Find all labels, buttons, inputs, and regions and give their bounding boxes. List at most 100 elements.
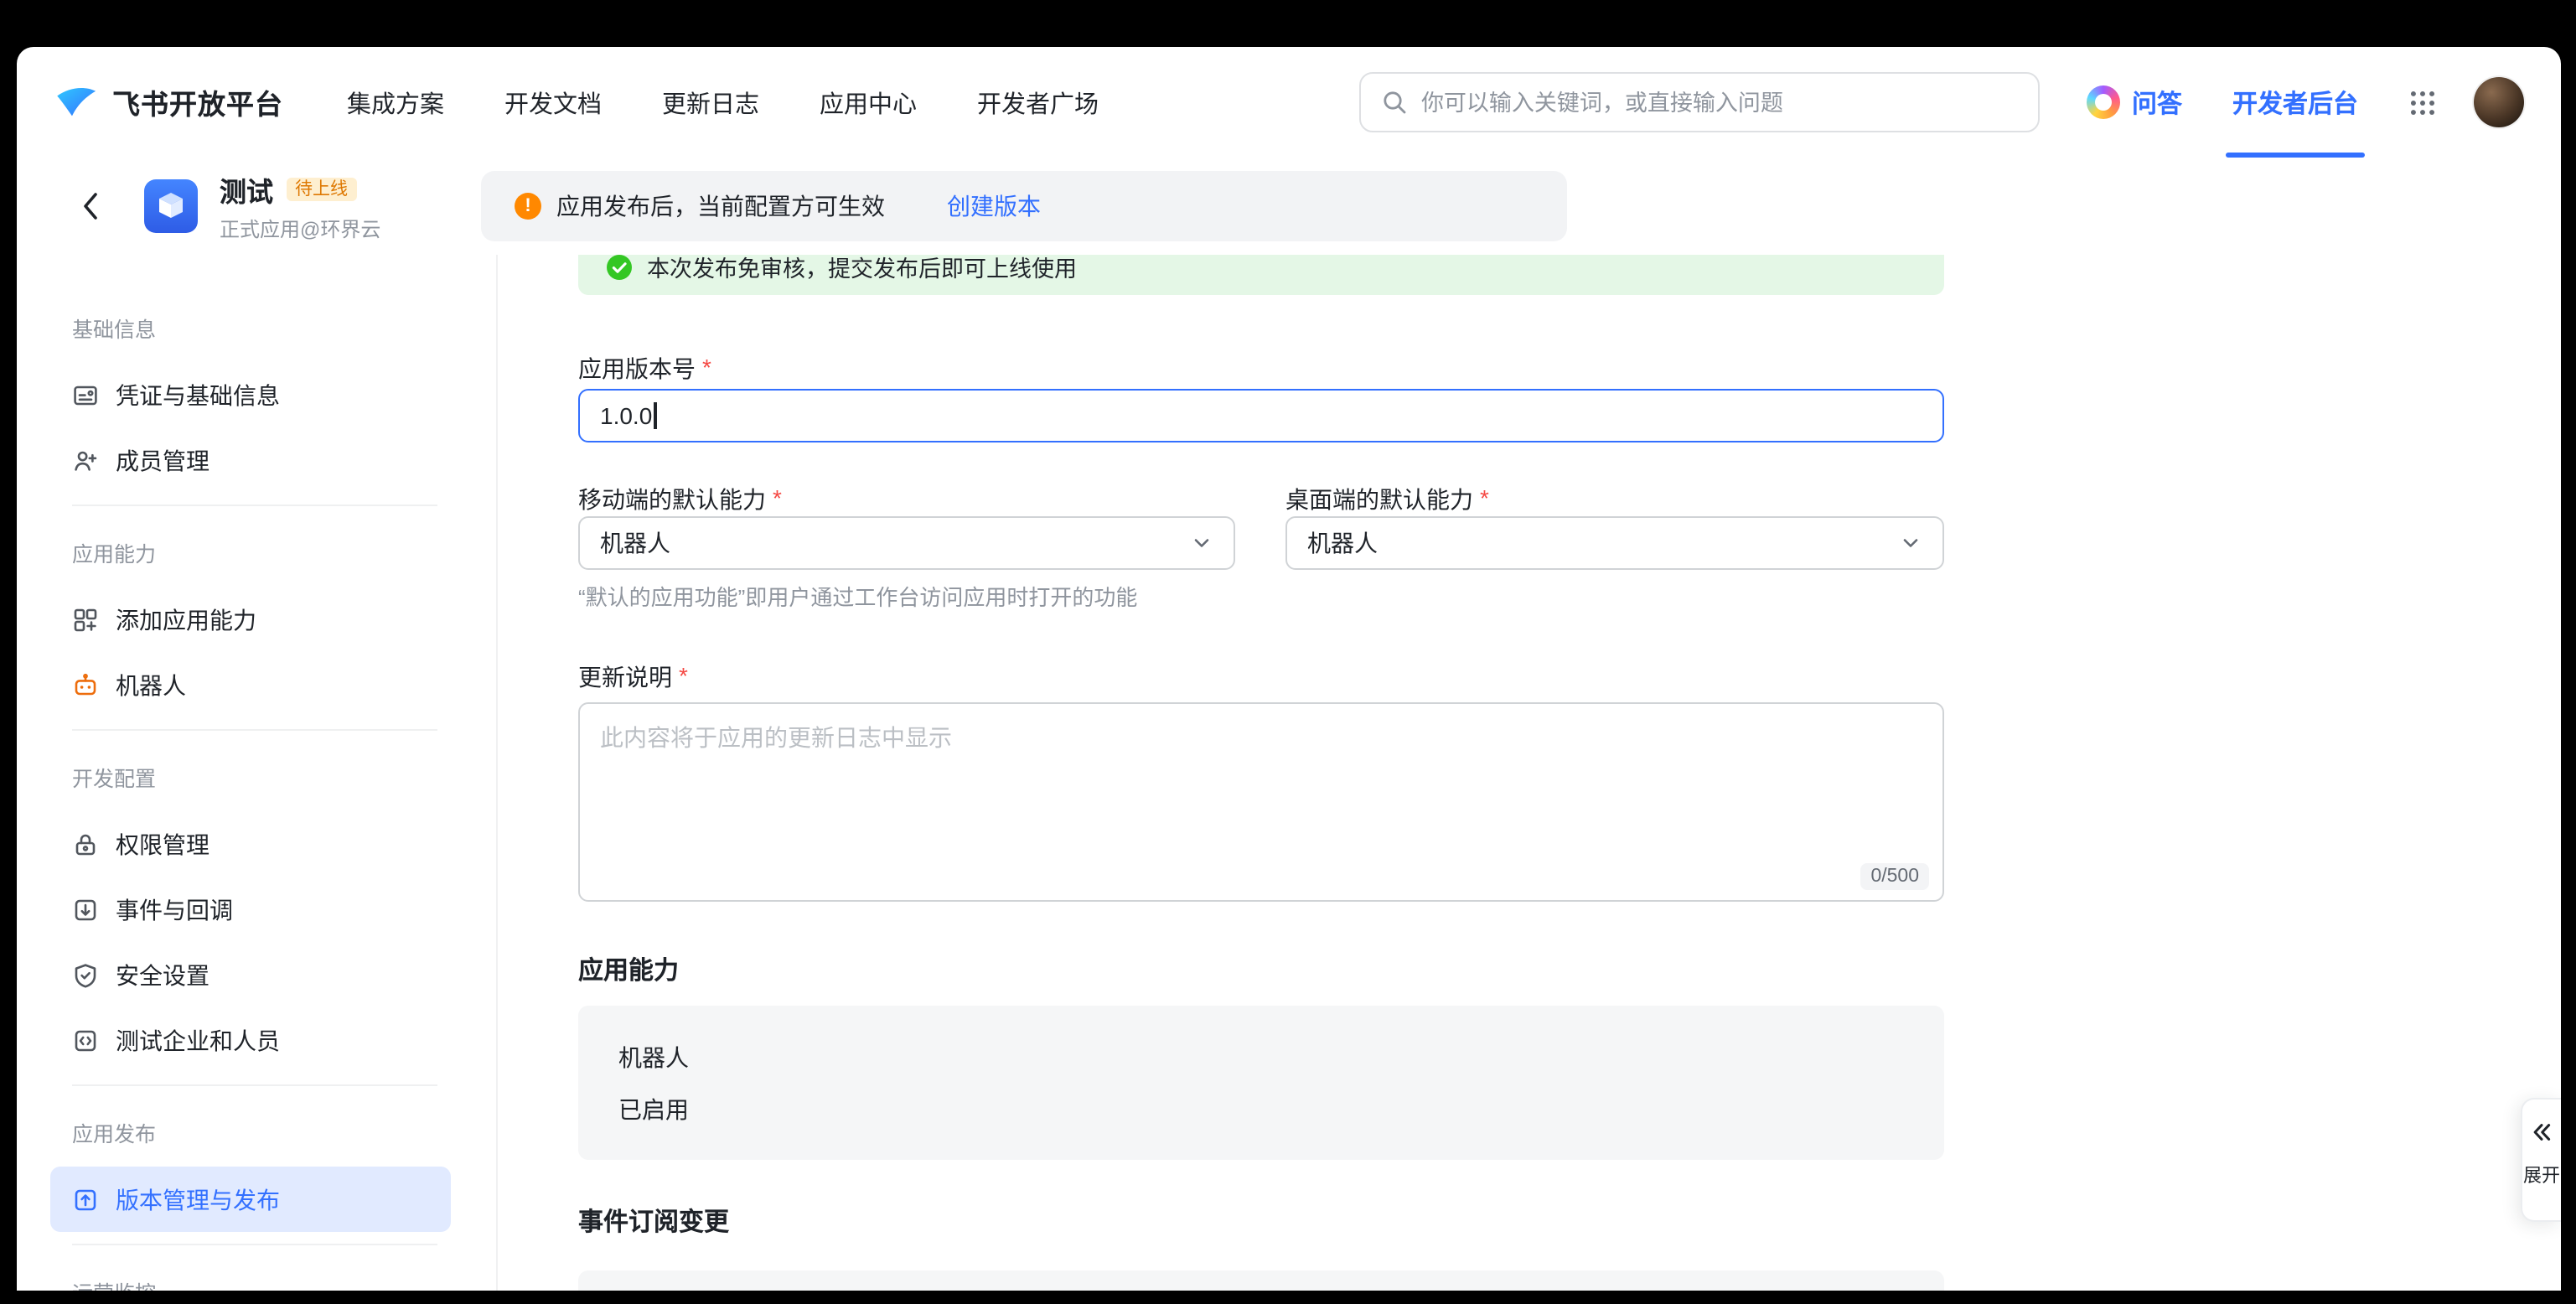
sidebar-item-label: 添加应用能力 <box>116 603 256 636</box>
lock-icon <box>72 831 99 857</box>
sidebar-item-label: 凭证与基础信息 <box>116 378 280 411</box>
capability-status: 已启用 <box>618 1093 1904 1126</box>
screen: 飞书开放平台 集成方案 开发文档 更新日志 应用中心 开发者广场 <box>0 0 2576 1304</box>
update-notes-textarea[interactable]: 此内容将于应用的更新日志中显示 0/500 <box>578 702 1944 902</box>
sidebar-item-events[interactable]: 事件与回调 <box>50 877 451 942</box>
publish-alert-bar: ! 应用发布后，当前配置方可生效 创建版本 <box>481 171 1567 241</box>
qa-link[interactable]: 问答 <box>2087 85 2182 120</box>
code-brackets-icon <box>72 1027 99 1053</box>
default-capability-row: 移动端的默认能力 * 机器人 <box>578 483 1944 570</box>
capability-name: 机器人 <box>618 1041 1904 1074</box>
search-input[interactable] <box>1421 90 2018 115</box>
sidebar-item-label: 测试企业和人员 <box>116 1023 280 1057</box>
sidebar-item-label: 成员管理 <box>116 443 209 477</box>
top-navigation: 飞书开放平台 集成方案 开发文档 更新日志 应用中心 开发者广场 <box>17 47 2561 158</box>
sidebar-item-label: 机器人 <box>116 668 186 701</box>
sidebar-item-credentials[interactable]: 凭证与基础信息 <box>50 362 451 427</box>
nav-item-docs[interactable]: 开发文档 <box>504 85 602 120</box>
sidebar-divider <box>72 1084 437 1086</box>
app-name: 测试 <box>220 169 273 210</box>
expand-panel-button[interactable]: 展开 <box>2521 1098 2561 1222</box>
members-icon <box>72 447 99 473</box>
app-icon <box>144 179 198 233</box>
qa-colorful-icon <box>2087 85 2120 119</box>
browser-page: 飞书开放平台 集成方案 开发文档 更新日志 应用中心 开发者广场 <box>17 47 2561 1291</box>
desktop-capability-field: 桌面端的默认能力 * 机器人 <box>1285 483 1944 570</box>
sidebar-section-monitoring: 运营监控 <box>50 1272 451 1291</box>
nav-item-integration[interactable]: 集成方案 <box>347 85 444 120</box>
required-mark: * <box>702 354 711 380</box>
feishu-brand[interactable]: 飞书开放平台 <box>54 80 283 125</box>
sidebar-item-security[interactable]: 安全设置 <box>50 942 451 1007</box>
required-mark: * <box>1480 484 1489 511</box>
publish-up-arrow-icon <box>72 1186 99 1213</box>
warning-icon: ! <box>515 193 541 220</box>
success-banner-text: 本次发布免审核，提交发布后即可上线使用 <box>647 255 1077 283</box>
developer-console-link[interactable]: 开发者后台 <box>2232 85 2358 120</box>
apps-grid-icon[interactable] <box>2408 88 2437 116</box>
sidebar-item-test-org[interactable]: 测试企业和人员 <box>50 1007 451 1073</box>
text-caret <box>654 402 656 429</box>
version-input[interactable]: 1.0.0 <box>578 389 1944 442</box>
credential-card-icon <box>72 381 99 408</box>
sidebar-section-basic-info: 基础信息 <box>50 308 451 352</box>
notes-label: 更新说明 * <box>578 660 1944 694</box>
status-badge: 待上线 <box>287 178 356 202</box>
user-avatar[interactable] <box>2474 77 2524 127</box>
nav-item-changelog[interactable]: 更新日志 <box>662 85 759 120</box>
chevron-left-icon <box>85 194 96 218</box>
required-mark: * <box>773 484 782 511</box>
feishu-logo-icon <box>54 80 99 125</box>
sidebar-item-members[interactable]: 成员管理 <box>50 427 451 493</box>
char-counter: 0/500 <box>1860 863 1929 890</box>
event-section-title: 事件订阅变更 <box>578 1203 1944 1240</box>
sidebar-section-release: 应用发布 <box>50 1113 451 1157</box>
main-content: 本次发布免审核，提交发布后即可上线使用 应用版本号 * 1.0.0 移动端的默 <box>498 255 2561 1291</box>
desktop-capability-select[interactable]: 机器人 <box>1285 516 1944 570</box>
sidebar-item-add-capability[interactable]: 添加应用能力 <box>50 587 451 652</box>
desktop-capability-value: 机器人 <box>1307 526 1378 560</box>
notes-placeholder: 此内容将于应用的更新日志中显示 <box>600 724 952 751</box>
sidebar-divider <box>72 505 437 506</box>
capability-hint: “默认的应用功能”即用户通过工作台访问应用时打开的功能 <box>578 580 1944 610</box>
sidebar-item-version-release[interactable]: 版本管理与发布 <box>50 1167 451 1232</box>
page-body: 基础信息 凭证与基础信息 成员管理 <box>17 255 2561 1291</box>
version-input-value: 1.0.0 <box>600 402 652 429</box>
nav-item-developer-plaza[interactable]: 开发者广场 <box>977 85 1099 120</box>
double-chevron-left-icon <box>2529 1120 2554 1145</box>
qa-label: 问答 <box>2132 85 2182 120</box>
alert-text: 应用发布后，当前配置方可生效 <box>556 189 885 223</box>
shield-check-icon <box>72 961 99 988</box>
sidebar-section-dev-config: 开发配置 <box>50 758 451 801</box>
app-subtitle: 正式应用@环界云 <box>220 215 380 243</box>
search-box[interactable] <box>1359 72 2040 132</box>
nav-item-app-center[interactable]: 应用中心 <box>820 85 917 120</box>
mobile-capability-field: 移动端的默认能力 * 机器人 <box>578 483 1235 570</box>
version-form: 本次发布免审核，提交发布后即可上线使用 应用版本号 * 1.0.0 移动端的默 <box>578 255 1944 1291</box>
chevron-down-icon <box>1899 531 1922 555</box>
capability-section-title: 应用能力 <box>578 952 1944 989</box>
expand-label: 展开 <box>2523 1162 2560 1188</box>
sidebar-item-bot[interactable]: 机器人 <box>50 652 451 717</box>
sidebar-item-label: 权限管理 <box>116 827 209 861</box>
back-button[interactable] <box>77 186 107 226</box>
event-callback-icon <box>72 896 99 923</box>
sidebar-item-permissions[interactable]: 权限管理 <box>50 811 451 877</box>
event-summary-box <box>578 1270 1944 1291</box>
mobile-capability-label: 移动端的默认能力 * <box>578 483 1235 516</box>
sidebar: 基础信息 凭证与基础信息 成员管理 <box>17 255 498 1291</box>
create-version-link[interactable]: 创建版本 <box>947 189 1041 223</box>
brand-name: 飞书开放平台 <box>112 82 283 122</box>
search-icon <box>1381 89 1408 116</box>
mobile-capability-select[interactable]: 机器人 <box>578 516 1235 570</box>
sidebar-item-label: 安全设置 <box>116 958 209 991</box>
capability-summary-box: 机器人 已启用 <box>578 1006 1944 1160</box>
check-circle-icon <box>607 255 632 279</box>
app-header-bar: 测试 待上线 正式应用@环界云 ! 应用发布后，当前配置方可生效 创建版本 <box>17 158 2561 255</box>
robot-icon <box>72 671 99 698</box>
primary-nav: 集成方案 开发文档 更新日志 应用中心 开发者广场 <box>347 85 1099 120</box>
sidebar-item-label: 版本管理与发布 <box>116 1182 280 1216</box>
sidebar-section-capabilities: 应用能力 <box>50 533 451 577</box>
desktop-capability-label: 桌面端的默认能力 * <box>1285 483 1944 516</box>
required-mark: * <box>679 662 688 689</box>
